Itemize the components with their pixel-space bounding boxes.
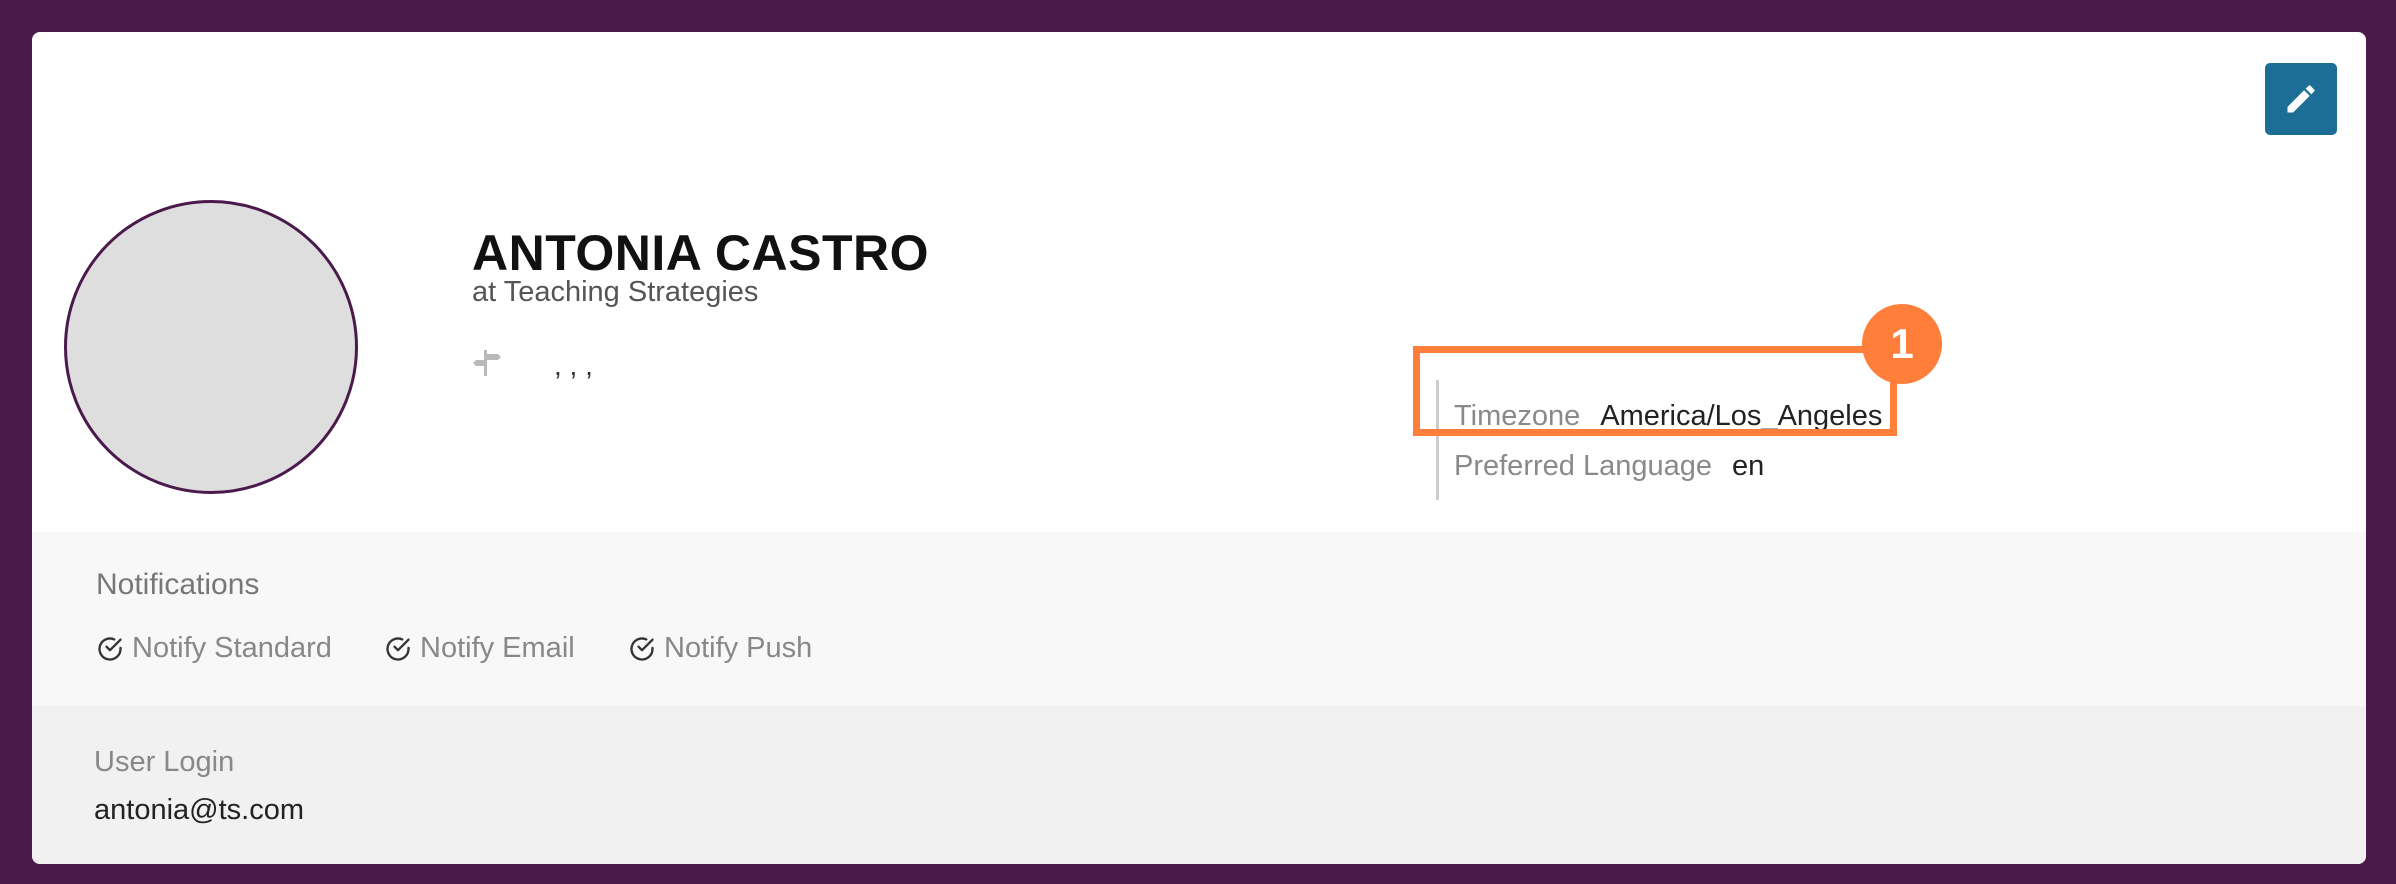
language-row: Preferred Language en (1454, 450, 1764, 483)
edit-profile-button[interactable] (2265, 63, 2337, 135)
language-label: Preferred Language (1454, 450, 1712, 482)
notifications-section: Notifications Notify Standard Notify Ema… (32, 532, 2366, 706)
check-circle-icon (630, 636, 654, 661)
avatar (64, 200, 358, 494)
signpost-icon (473, 350, 501, 376)
notify-push-label: Notify Push (664, 632, 813, 664)
notify-standard-option[interactable]: Notify Standard (96, 632, 332, 665)
pencil-icon (2287, 85, 2315, 113)
notify-push-option[interactable]: Notify Push (628, 632, 812, 665)
profile-organization: at Teaching Strategies (472, 276, 759, 308)
profile-address: , , , (554, 350, 593, 381)
annotation-badge: 1 (1862, 304, 1942, 384)
language-value: en (1731, 450, 1765, 482)
notifications-title: Notifications (96, 568, 260, 601)
user-login-value: antonia@ts.com (94, 794, 304, 826)
check-circle-icon (386, 636, 410, 661)
check-circle-icon (98, 636, 122, 661)
profile-name: ANTONIA CASTRO (472, 225, 929, 281)
user-login-title: User Login (94, 746, 235, 778)
notify-email-label: Notify Email (420, 632, 575, 664)
notify-standard-label: Notify Standard (132, 632, 332, 664)
profile-card: ANTONIA CASTRO at Teaching Strategies , … (32, 32, 2366, 864)
annotation-highlight-box (1413, 346, 1897, 436)
notify-email-option[interactable]: Notify Email (384, 632, 575, 665)
user-login-section: User Login antonia@ts.com (32, 706, 2366, 864)
